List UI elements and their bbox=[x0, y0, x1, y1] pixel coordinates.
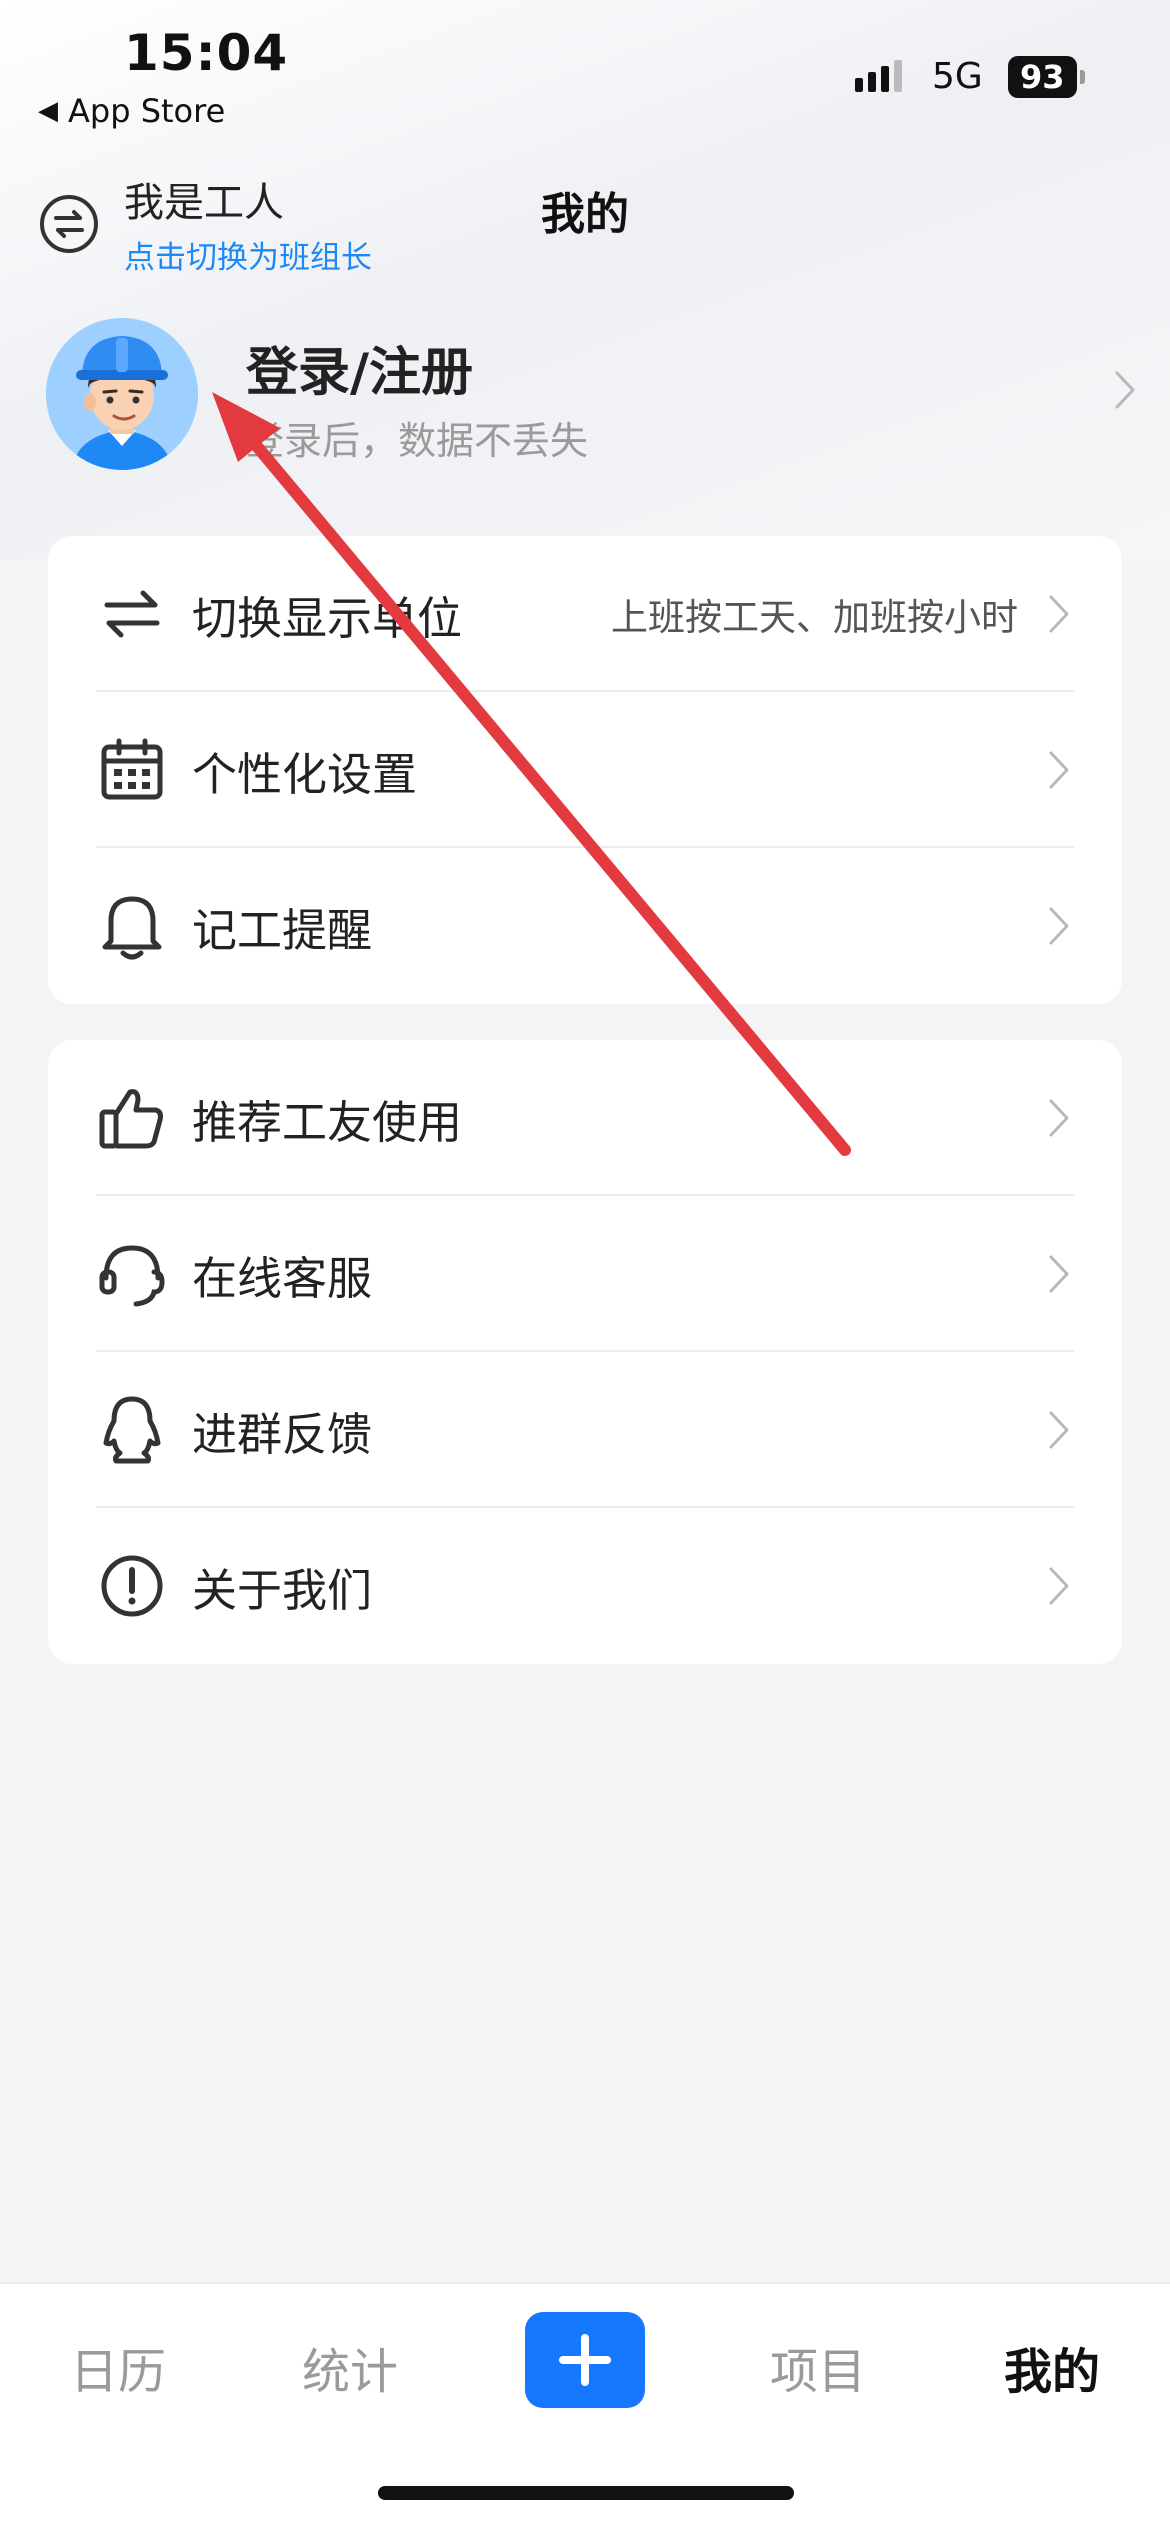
chevron-right-icon bbox=[1049, 907, 1069, 945]
row-online-support[interactable]: 在线客服 bbox=[48, 1196, 1122, 1352]
chevron-right-icon bbox=[1049, 595, 1069, 633]
battery-level: 93 bbox=[1008, 56, 1077, 98]
tab-calendar[interactable]: 日历 bbox=[70, 2332, 166, 2402]
chevron-right-icon bbox=[1049, 1411, 1069, 1449]
signal-icon bbox=[855, 60, 902, 92]
thumbs-up-icon bbox=[98, 1084, 166, 1152]
bell-icon bbox=[98, 892, 166, 960]
row-recommend[interactable]: 推荐工友使用 bbox=[48, 1040, 1122, 1196]
tab-projects[interactable]: 项目 bbox=[770, 2332, 866, 2402]
login-subtitle: 登录后，数据不丢失 bbox=[246, 419, 589, 463]
login-register-title[interactable]: 登录/注册 bbox=[246, 330, 473, 405]
row-value: 上班按工天、加班按小时 bbox=[611, 596, 1018, 639]
chevron-right-icon bbox=[1049, 1099, 1069, 1137]
settings-card: 切换显示单位 上班按工天、加班按小时 个性化设置 记工提醒 bbox=[48, 536, 1122, 1004]
headset-icon bbox=[98, 1240, 166, 1308]
back-triangle-icon: ◀ bbox=[38, 96, 58, 126]
support-card: 推荐工友使用 在线客服 进群反馈 关于我们 bbox=[48, 1040, 1122, 1664]
chevron-right-icon bbox=[1049, 1255, 1069, 1293]
swap-arrows-icon bbox=[98, 580, 166, 648]
row-work-reminder[interactable]: 记工提醒 bbox=[48, 848, 1122, 1004]
row-label: 记工提醒 bbox=[192, 903, 373, 957]
plus-icon bbox=[559, 2334, 611, 2386]
tab-statistics[interactable]: 统计 bbox=[302, 2332, 398, 2402]
row-label: 关于我们 bbox=[192, 1563, 373, 1617]
row-about-us[interactable]: 关于我们 bbox=[48, 1508, 1122, 1664]
chevron-right-icon bbox=[1115, 371, 1135, 409]
chevron-right-icon bbox=[1049, 751, 1069, 789]
chevron-right-icon bbox=[1049, 1567, 1069, 1605]
tab-mine[interactable]: 我的 bbox=[1004, 2332, 1100, 2402]
calendar-icon bbox=[98, 736, 166, 804]
home-indicator bbox=[378, 2486, 794, 2500]
avatar[interactable] bbox=[46, 318, 198, 470]
row-label: 推荐工友使用 bbox=[192, 1095, 463, 1149]
row-join-group[interactable]: 进群反馈 bbox=[48, 1352, 1122, 1508]
login-profile-row[interactable]: 登录/注册 登录后，数据不丢失 bbox=[46, 318, 1136, 478]
worker-avatar-icon bbox=[46, 318, 198, 470]
info-exclamation-icon bbox=[98, 1552, 166, 1620]
battery-icon: 93 bbox=[1008, 56, 1085, 98]
page-title: 我的 bbox=[541, 189, 629, 240]
row-label: 进群反馈 bbox=[192, 1407, 373, 1461]
back-app-label: App Store bbox=[68, 92, 226, 130]
row-personalization[interactable]: 个性化设置 bbox=[48, 692, 1122, 848]
network-type: 5G bbox=[932, 56, 983, 97]
row-label: 个性化设置 bbox=[192, 747, 418, 801]
status-time: 15:04 bbox=[124, 24, 289, 82]
qq-penguin-icon bbox=[98, 1396, 166, 1464]
add-record-button[interactable] bbox=[525, 2312, 645, 2408]
back-to-app-store[interactable]: ◀ App Store bbox=[38, 92, 225, 130]
status-bar: 15:04 ◀ App Store 5G 93 bbox=[0, 0, 1170, 150]
row-label: 在线客服 bbox=[192, 1251, 373, 1305]
row-display-unit[interactable]: 切换显示单位 上班按工天、加班按小时 bbox=[48, 536, 1122, 692]
row-label: 切换显示单位 bbox=[192, 591, 463, 645]
